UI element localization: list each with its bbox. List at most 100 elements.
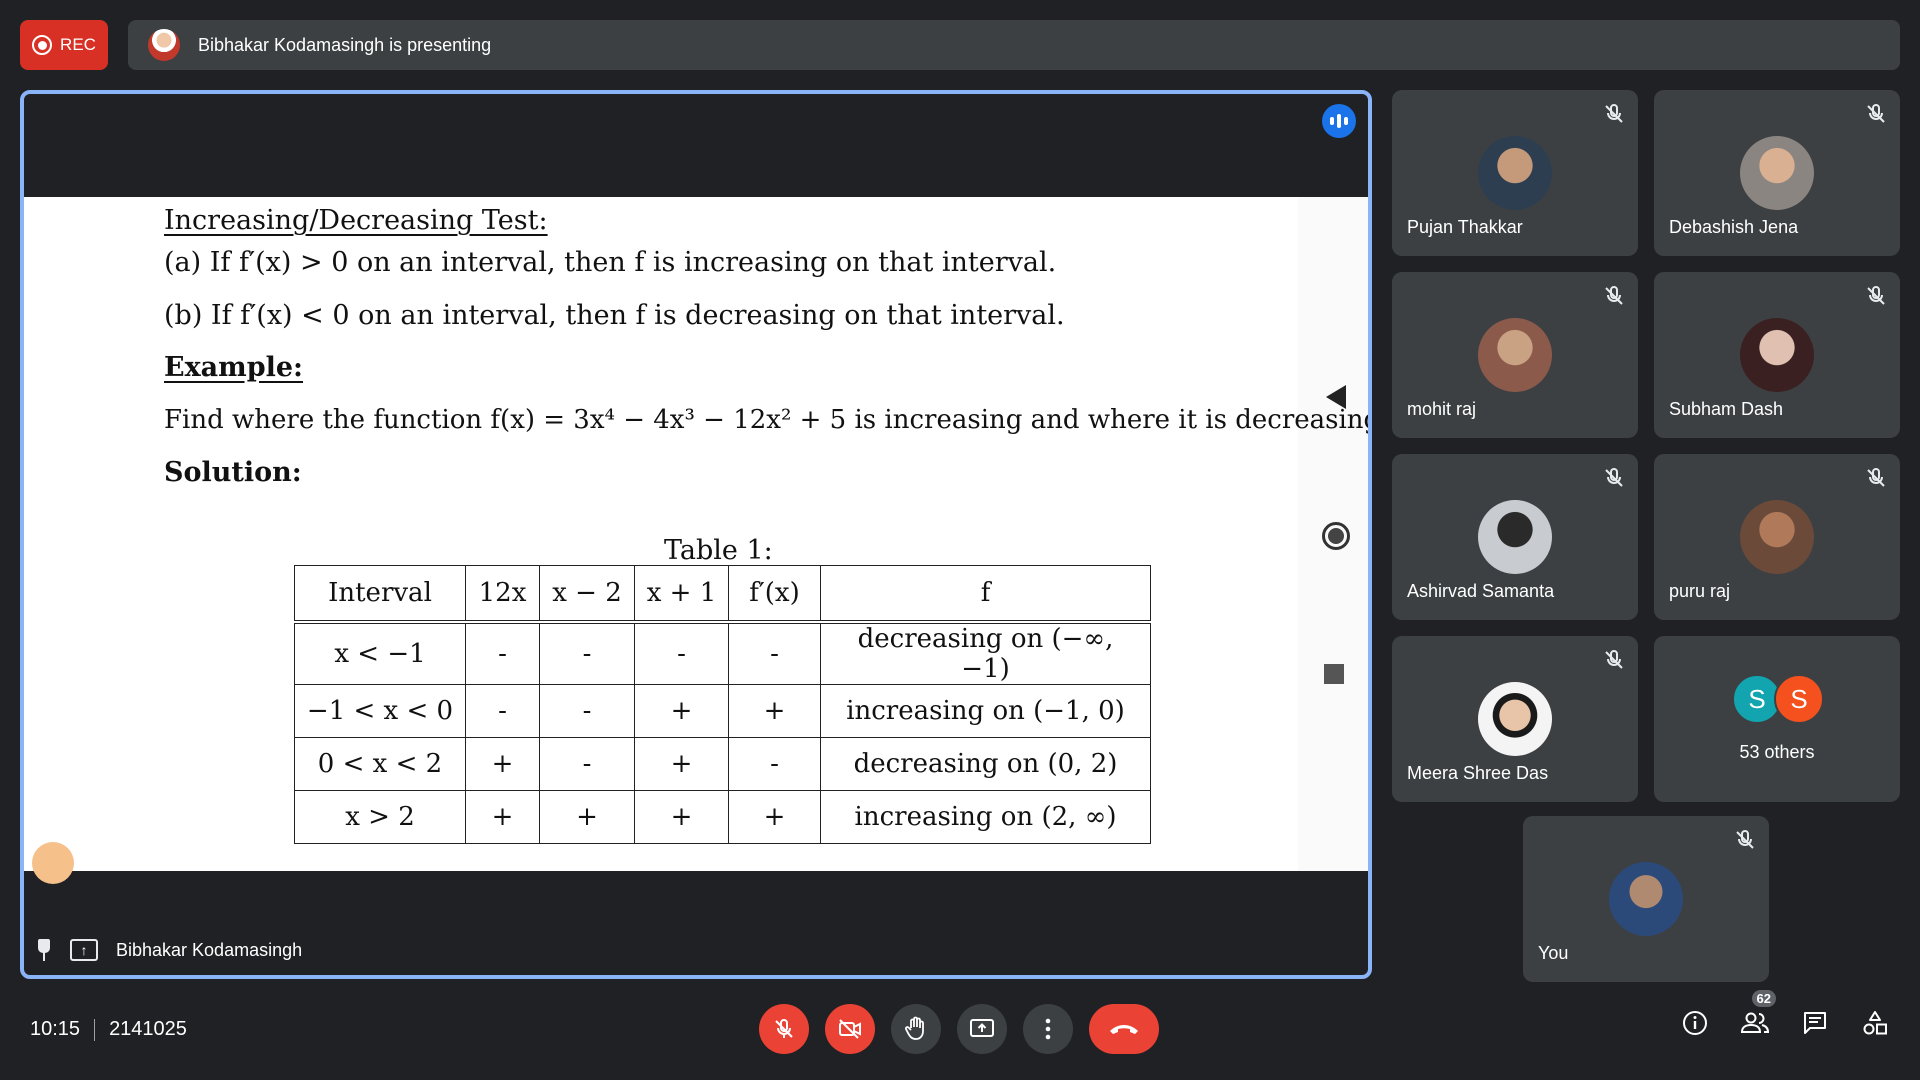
info-icon — [1683, 1011, 1707, 1035]
table-cell: + — [465, 736, 540, 791]
camera-off-icon — [839, 1019, 861, 1039]
participant-name: Subham Dash — [1669, 399, 1784, 419]
solution-heading: Solution: — [164, 457, 302, 488]
participant-name: Ashirvad Samanta — [1407, 581, 1555, 601]
table-cell: + — [539, 789, 635, 844]
table-cell: + — [634, 736, 729, 791]
recording-label: REC — [60, 35, 96, 54]
meeting-details-button[interactable] — [1680, 1008, 1710, 1038]
participant-tile[interactable]: puru raj — [1654, 454, 1900, 620]
participant-avatar — [1478, 500, 1552, 574]
stop-icon[interactable] — [1324, 664, 1344, 684]
participant-avatar — [1740, 500, 1814, 574]
more-vert-icon — [1045, 1018, 1051, 1040]
table-row: −1 < x < 0 - - + + increasing on (−1, 0) — [294, 683, 1151, 738]
mic-off-icon — [775, 1018, 793, 1038]
record-icon — [32, 35, 53, 55]
table-cell: - — [634, 621, 729, 685]
others-avatar: S — [1774, 674, 1824, 724]
table-cell: - — [465, 683, 540, 738]
mic-off-icon — [1605, 103, 1623, 123]
more-options-button[interactable] — [1023, 1004, 1073, 1054]
table-header-cell: f — [820, 565, 1151, 624]
table-cell: + — [728, 683, 821, 738]
participant-tile[interactable]: Meera Shree Das — [1392, 636, 1638, 802]
example-text: Find where the function f(x) = 3x⁴ − 4x³… — [164, 405, 1372, 435]
slide-line-b: (b) If f′(x) < 0 on an interval, then f … — [164, 300, 1065, 331]
table-cell: increasing on (−1, 0) — [820, 683, 1151, 738]
slide-heading: Increasing/Decreasing Test: — [164, 205, 548, 236]
table-cell: - — [539, 621, 635, 685]
table-row: 0 < x < 2 + - + - decreasing on (0, 2) — [294, 736, 1151, 791]
hang-up-icon — [1110, 1025, 1138, 1034]
table-cell: decreasing on (0, 2) — [820, 736, 1151, 791]
table-header-cell: f′(x) — [728, 565, 821, 624]
raise-hand-button[interactable] — [891, 1004, 941, 1054]
table-cell: −1 < x < 0 — [294, 683, 466, 738]
participant-name: Meera Shree Das — [1407, 763, 1549, 783]
presenting-banner[interactable]: Bibhakar Kodamasingh is presenting — [128, 20, 1900, 70]
participant-avatar — [1740, 318, 1814, 392]
others-label: 53 others — [1739, 742, 1815, 762]
hand-icon — [905, 1016, 924, 1040]
bottom-bar: 10:15 2141025 62 — [0, 990, 1920, 1066]
mic-off-icon — [1867, 285, 1885, 305]
others-tile[interactable]: S S 53 others — [1654, 636, 1900, 802]
table-cell: 0 < x < 2 — [294, 736, 466, 791]
recording-button[interactable]: REC — [20, 20, 108, 70]
table-header-cell: Interval — [294, 565, 466, 624]
participant-tile[interactable]: Ashirvad Samanta — [1392, 454, 1638, 620]
participant-name: Debashish Jena — [1669, 217, 1799, 237]
pen-tool-icon[interactable] — [32, 842, 74, 884]
table-cell: - — [465, 621, 540, 685]
table-caption: Table 1: — [664, 535, 773, 566]
sign-table: Interval 12x x − 2 x + 1 f′(x) f x < −1 … — [294, 565, 1151, 844]
self-name: You — [1538, 943, 1569, 963]
mic-off-icon — [1867, 467, 1885, 487]
participant-tile[interactable]: Pujan Thakkar — [1392, 90, 1638, 256]
table-cell: - — [539, 736, 635, 791]
pin-icon[interactable] — [36, 939, 52, 961]
table-header-row: Interval 12x x − 2 x + 1 f′(x) f — [294, 565, 1151, 624]
chat-icon — [1804, 1012, 1826, 1034]
mic-off-icon — [1605, 649, 1623, 669]
activities-button[interactable] — [1860, 1008, 1890, 1038]
stage-footer: ↑ Bibhakar Kodamasingh — [36, 939, 302, 961]
record-toggle-icon[interactable] — [1322, 522, 1350, 550]
mic-off-icon — [1605, 467, 1623, 487]
speaking-indicator-icon — [1322, 104, 1356, 138]
table-cell: increasing on (2, ∞) — [820, 789, 1151, 844]
leave-call-button[interactable] — [1089, 1004, 1159, 1054]
participant-tile[interactable]: mohit raj — [1392, 272, 1638, 438]
present-button[interactable] — [957, 1004, 1007, 1054]
participant-avatar — [1478, 682, 1552, 756]
top-bar: REC Bibhakar Kodamasingh is presenting — [20, 20, 1900, 70]
meeting-info: 10:15 2141025 — [30, 1018, 187, 1041]
table-cell: + — [728, 789, 821, 844]
participant-name: Pujan Thakkar — [1407, 217, 1523, 237]
table-row: x > 2 + + + + increasing on (2, ∞) — [294, 789, 1151, 844]
example-heading: Example: — [164, 352, 304, 383]
self-tile[interactable]: You — [1523, 816, 1769, 982]
people-button[interactable]: 62 — [1740, 990, 1776, 1038]
present-screen-icon: ↑ — [70, 939, 98, 961]
camera-toggle-button[interactable] — [825, 1004, 875, 1054]
self-avatar — [1609, 862, 1683, 936]
mic-off-icon — [1867, 103, 1885, 123]
mic-toggle-button[interactable] — [759, 1004, 809, 1054]
presenter-name: Bibhakar Kodamasingh — [116, 939, 303, 960]
table-cell: + — [634, 789, 729, 844]
presenting-text: Bibhakar Kodamasingh is presenting — [198, 34, 492, 55]
presentation-stage[interactable]: Increasing/Decreasing Test: (a) If f′(x)… — [20, 90, 1372, 979]
chat-button[interactable] — [1800, 1008, 1830, 1038]
table-cell: - — [728, 736, 821, 791]
table-cell: - — [539, 683, 635, 738]
meeting-code: 2141025 — [109, 1018, 187, 1040]
participant-tile[interactable]: Subham Dash — [1654, 272, 1900, 438]
clock-time: 10:15 — [30, 1018, 81, 1040]
participant-tile[interactable]: Debashish Jena — [1654, 90, 1900, 256]
previous-slide-icon[interactable] — [1326, 385, 1346, 409]
participant-avatar — [1478, 318, 1552, 392]
mic-off-icon — [1736, 829, 1754, 849]
table-cell: + — [634, 683, 729, 738]
